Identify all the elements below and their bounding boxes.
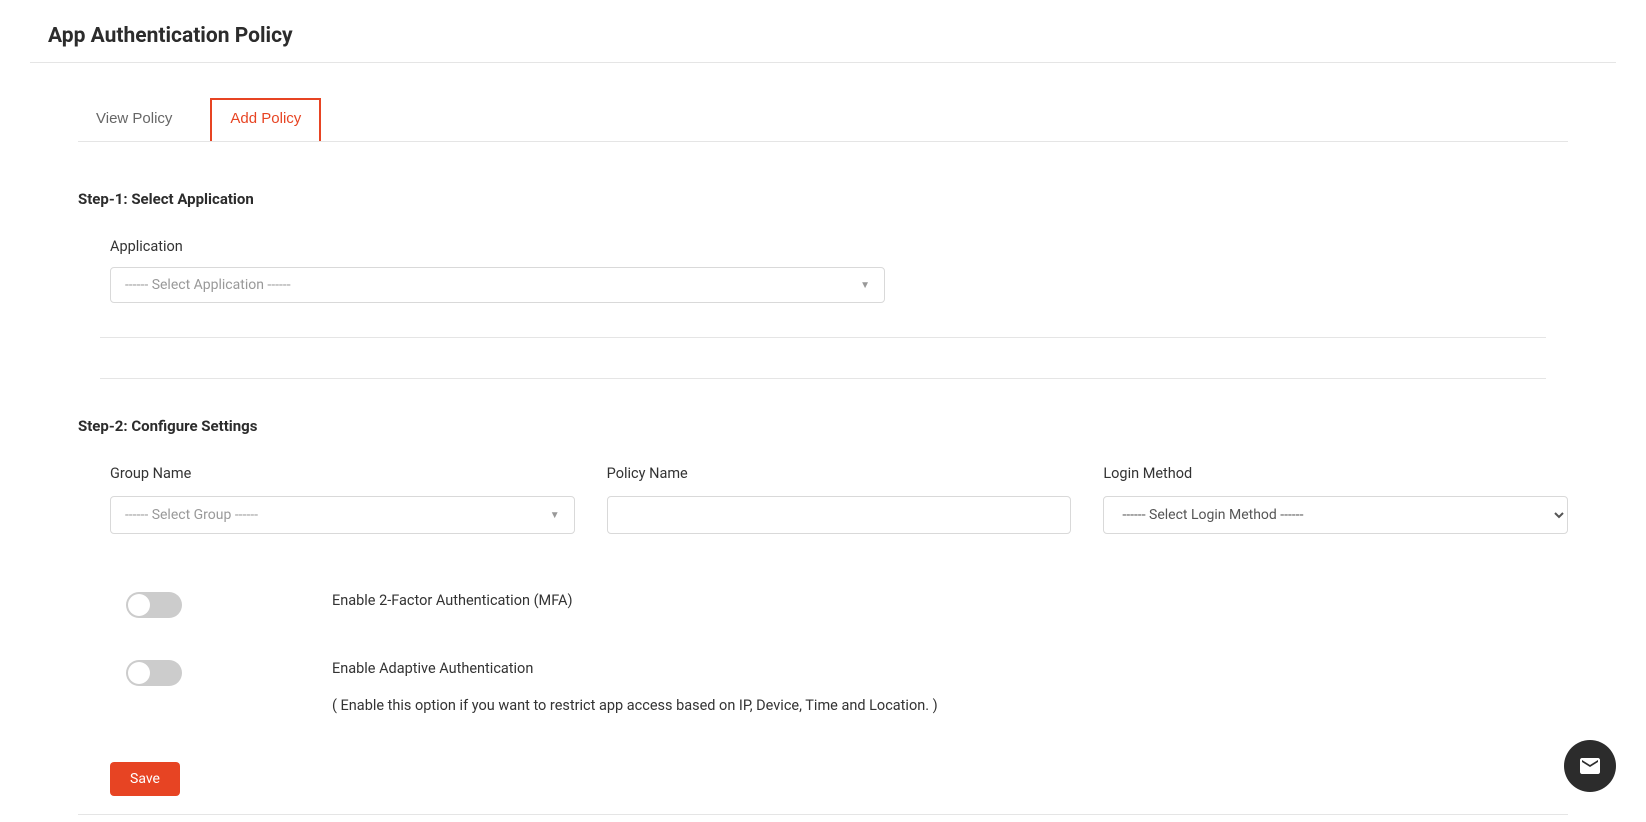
application-select-value: ------ Select Application ------: [125, 277, 291, 293]
chat-button[interactable]: [1564, 740, 1616, 792]
chevron-down-icon: ▼: [550, 510, 560, 521]
mail-icon: [1578, 754, 1602, 778]
policy-name-input[interactable]: [607, 496, 1072, 534]
step-2-heading: Step-2: Configure Settings: [78, 417, 1568, 435]
save-button[interactable]: Save: [110, 762, 180, 796]
application-label: Application: [110, 238, 1568, 255]
adaptive-auth-hint: ( Enable this option if you want to rest…: [332, 697, 1568, 714]
divider: [100, 378, 1546, 379]
mfa-toggle[interactable]: [126, 592, 182, 618]
tab-add-policy[interactable]: Add Policy: [210, 98, 321, 141]
tab-view-policy[interactable]: View Policy: [78, 98, 190, 141]
toggle-knob: [128, 594, 150, 616]
application-select[interactable]: ------ Select Application ------ ▼: [110, 267, 885, 303]
adaptive-auth-label: Enable Adaptive Authentication: [332, 660, 1568, 677]
divider: [78, 814, 1568, 815]
policy-name-label: Policy Name: [607, 465, 1072, 482]
login-method-select[interactable]: ------ Select Login Method ------: [1103, 496, 1568, 534]
step-1-heading: Step-1: Select Application: [78, 190, 1568, 208]
tabs-container: View Policy Add Policy: [78, 98, 1568, 142]
chevron-down-icon: ▼: [860, 280, 870, 291]
group-select-value: ------ Select Group ------: [125, 507, 258, 523]
mfa-label: Enable 2-Factor Authentication (MFA): [332, 592, 1568, 609]
toggle-knob: [128, 662, 150, 684]
group-select[interactable]: ------ Select Group ------ ▼: [110, 496, 575, 534]
group-name-label: Group Name: [110, 465, 575, 482]
page-title: App Authentication Policy: [48, 24, 1616, 48]
adaptive-auth-toggle[interactable]: [126, 660, 182, 686]
divider: [100, 337, 1546, 338]
login-method-label: Login Method: [1103, 465, 1568, 482]
